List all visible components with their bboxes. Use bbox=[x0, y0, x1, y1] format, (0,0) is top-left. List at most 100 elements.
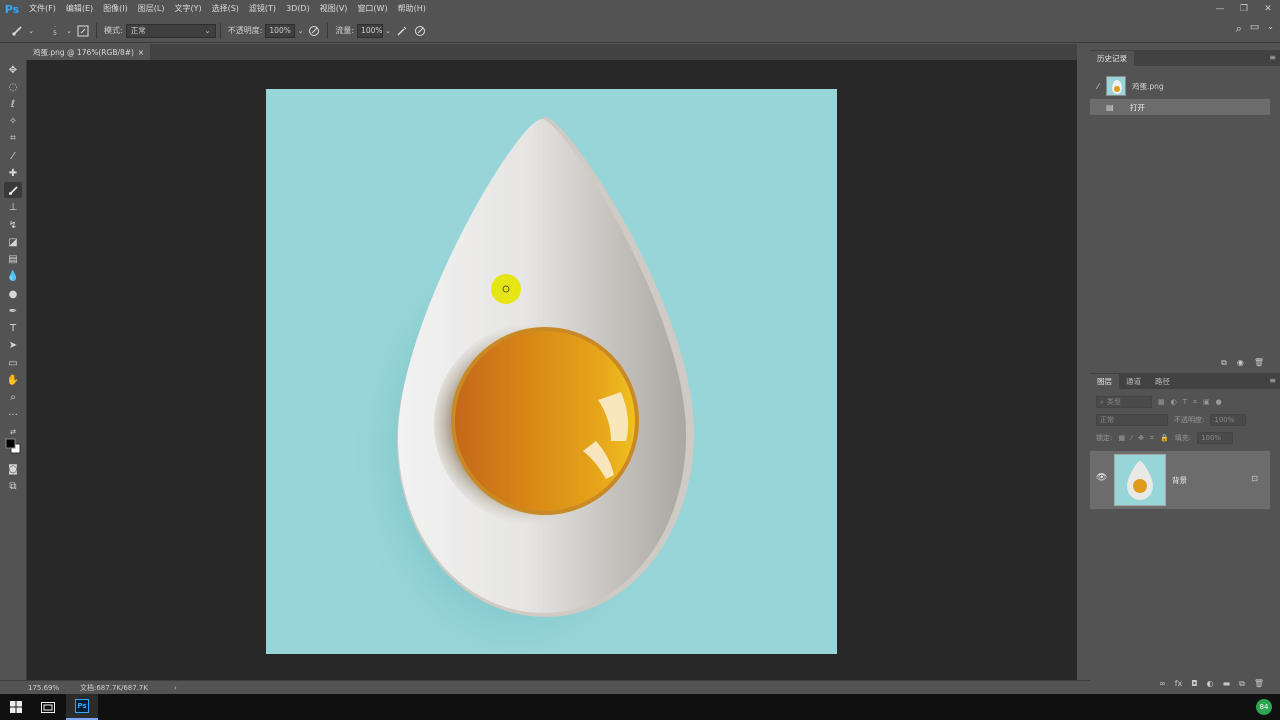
close-icon[interactable]: × bbox=[138, 48, 144, 57]
brush-panel-icon[interactable] bbox=[74, 22, 92, 40]
healing-tool-icon[interactable]: ✚ bbox=[4, 165, 22, 181]
pen-tool-icon[interactable]: ✒ bbox=[4, 303, 22, 319]
tray-status-badge[interactable]: 84 bbox=[1256, 699, 1272, 715]
fx-icon[interactable]: fx bbox=[1175, 679, 1183, 689]
status-arrow-icon[interactable]: › bbox=[174, 684, 177, 692]
flow-input[interactable]: 100% bbox=[357, 23, 384, 38]
quick-mask-icon[interactable]: ◙ bbox=[4, 461, 22, 477]
lock-artboard-icon[interactable]: ⌗ bbox=[1150, 434, 1154, 443]
history-snapshot[interactable]: ⁄ 鸡蛋.png bbox=[1090, 72, 1270, 100]
zoom-tool-icon[interactable]: ⌕ bbox=[4, 389, 22, 405]
color-swatches-icon[interactable] bbox=[4, 438, 22, 454]
gradient-tool-icon[interactable]: ▤ bbox=[4, 251, 22, 267]
filter-pixel-icon[interactable]: ▦ bbox=[1158, 398, 1165, 406]
tab-history[interactable]: 历史记录 bbox=[1090, 51, 1134, 66]
pressure-size-icon[interactable] bbox=[411, 22, 429, 40]
chevron-down-icon[interactable]: ⌄ bbox=[1267, 22, 1274, 36]
chevron-down-icon[interactable]: ⌄ bbox=[26, 22, 36, 40]
panel-menu-icon[interactable]: ≡ bbox=[1269, 53, 1276, 62]
filter-shape-icon[interactable]: ⌗ bbox=[1193, 398, 1197, 407]
panel-menu-icon[interactable]: ≡ bbox=[1269, 376, 1276, 385]
new-document-from-state-icon[interactable]: ⧉ bbox=[1221, 358, 1227, 368]
layer-filter-select[interactable]: ⌕ 类型 bbox=[1096, 396, 1152, 408]
fill-input[interactable]: 100% bbox=[1197, 432, 1234, 444]
stamp-tool-icon[interactable]: ⊥ bbox=[4, 199, 22, 215]
lock-pixels-icon[interactable]: ⁄ bbox=[1131, 434, 1132, 442]
menu-select[interactable]: 选择(S) bbox=[207, 0, 244, 18]
zoom-level[interactable]: 175.69% bbox=[0, 684, 60, 692]
dodge-tool-icon[interactable]: ● bbox=[4, 286, 22, 302]
airbrush-icon[interactable] bbox=[393, 22, 411, 40]
document-tab[interactable]: 鸡蛋.png @ 176%(RGB/8#) × bbox=[27, 44, 150, 60]
shape-tool-icon[interactable]: ▭ bbox=[4, 355, 22, 371]
filter-toggle-icon[interactable]: ● bbox=[1216, 398, 1222, 406]
new-group-icon[interactable]: ▬ bbox=[1223, 679, 1231, 689]
canvas-area[interactable] bbox=[27, 60, 1077, 680]
eraser-tool-icon[interactable]: ◪ bbox=[4, 234, 22, 250]
filter-smart-icon[interactable]: ▣ bbox=[1203, 398, 1210, 406]
close-icon[interactable]: ✕ bbox=[1256, 0, 1280, 18]
menu-layer[interactable]: 图层(L) bbox=[133, 0, 170, 18]
layer-row[interactable]: 👁 背景 ⊡ bbox=[1090, 451, 1270, 509]
menu-view[interactable]: 视图(V) bbox=[315, 0, 353, 18]
menu-3d[interactable]: 3D(D) bbox=[281, 0, 315, 18]
task-view-icon[interactable] bbox=[32, 694, 64, 720]
lock-position-icon[interactable]: ✥ bbox=[1138, 434, 1144, 442]
move-tool-icon[interactable]: ✥ bbox=[4, 62, 22, 78]
history-brush-tool-icon[interactable]: ↯ bbox=[4, 217, 22, 233]
lasso-tool-icon[interactable]: ℓ bbox=[4, 96, 22, 112]
menu-file[interactable]: 文件(F) bbox=[24, 0, 61, 18]
photoshop-taskbar-button[interactable]: Ps bbox=[66, 694, 98, 720]
add-mask-icon[interactable]: ◘ bbox=[1191, 679, 1197, 689]
windows-start-icon[interactable] bbox=[0, 694, 32, 720]
screen-mode-icon[interactable]: ⧉ bbox=[4, 478, 22, 494]
history-step[interactable]: ▤ 打开 bbox=[1090, 99, 1270, 115]
more-tools-icon[interactable]: ··· bbox=[4, 407, 22, 423]
trash-icon[interactable]: 🗑 bbox=[1254, 679, 1264, 689]
filter-type-icon[interactable]: T bbox=[1183, 398, 1187, 406]
mode-select[interactable]: 正常 ⌄ bbox=[125, 23, 216, 38]
blur-tool-icon[interactable]: 💧 bbox=[4, 268, 22, 284]
camera-icon[interactable]: ◉ bbox=[1237, 358, 1244, 368]
menu-type[interactable]: 文字(Y) bbox=[169, 0, 206, 18]
menu-edit[interactable]: 编辑(E) bbox=[61, 0, 98, 18]
trash-icon[interactable]: 🗑 bbox=[1254, 358, 1264, 368]
menu-window[interactable]: 窗口(W) bbox=[352, 0, 392, 18]
filter-adjust-icon[interactable]: ◐ bbox=[1171, 398, 1177, 406]
brush-size-icon[interactable]: · 5 bbox=[46, 22, 64, 40]
menu-filter[interactable]: 滤镜(T) bbox=[244, 0, 281, 18]
tab-layers[interactable]: 图层 bbox=[1090, 374, 1119, 389]
link-layers-icon[interactable]: ∞ bbox=[1159, 679, 1166, 689]
crop-tool-icon[interactable]: ⌗ bbox=[4, 130, 22, 146]
brush-preset-icon[interactable] bbox=[8, 22, 26, 40]
layer-opacity-input[interactable]: 100% bbox=[1210, 414, 1247, 426]
workspace-icon[interactable]: ▭ bbox=[1250, 22, 1259, 36]
tab-channels[interactable]: 通道 bbox=[1119, 374, 1148, 389]
minimize-icon[interactable]: — bbox=[1208, 0, 1232, 18]
brush-tool-icon[interactable] bbox=[4, 182, 22, 198]
chevron-down-icon[interactable]: ⌄ bbox=[383, 22, 393, 40]
eyedropper-tool-icon[interactable]: ⁄ bbox=[4, 148, 22, 164]
new-layer-icon[interactable]: ⧉ bbox=[1239, 679, 1245, 689]
lock-all-icon[interactable]: 🔒 bbox=[1160, 434, 1169, 442]
blend-mode-select[interactable]: 正常 bbox=[1096, 414, 1168, 426]
tab-paths[interactable]: 路径 bbox=[1148, 374, 1177, 389]
chevron-down-icon[interactable]: ⌄ bbox=[295, 22, 305, 40]
search-icon[interactable]: ⌕ bbox=[1236, 22, 1242, 36]
chevron-down-icon[interactable]: ⌄ bbox=[64, 22, 74, 40]
lock-transparent-icon[interactable]: ▦ bbox=[1118, 434, 1125, 442]
adjustment-layer-icon[interactable]: ◐ bbox=[1207, 679, 1214, 689]
hand-tool-icon[interactable]: ✋ bbox=[4, 372, 22, 388]
menu-help[interactable]: 帮助(H) bbox=[393, 0, 431, 18]
pressure-opacity-icon[interactable] bbox=[305, 22, 323, 40]
magic-wand-tool-icon[interactable]: ✧ bbox=[4, 113, 22, 129]
type-tool-icon[interactable]: T bbox=[4, 320, 22, 336]
document-canvas[interactable] bbox=[266, 89, 837, 654]
path-select-tool-icon[interactable]: ➤ bbox=[4, 337, 22, 353]
history-brush-source-icon[interactable]: ⁄ bbox=[1090, 82, 1106, 91]
restore-icon[interactable]: ❐ bbox=[1232, 0, 1256, 18]
marquee-tool-icon[interactable]: ◌ bbox=[4, 79, 22, 95]
eye-icon[interactable]: 👁 bbox=[1096, 473, 1107, 483]
menu-image[interactable]: 图像(I) bbox=[98, 0, 133, 18]
opacity-input[interactable]: 100% bbox=[265, 23, 296, 38]
